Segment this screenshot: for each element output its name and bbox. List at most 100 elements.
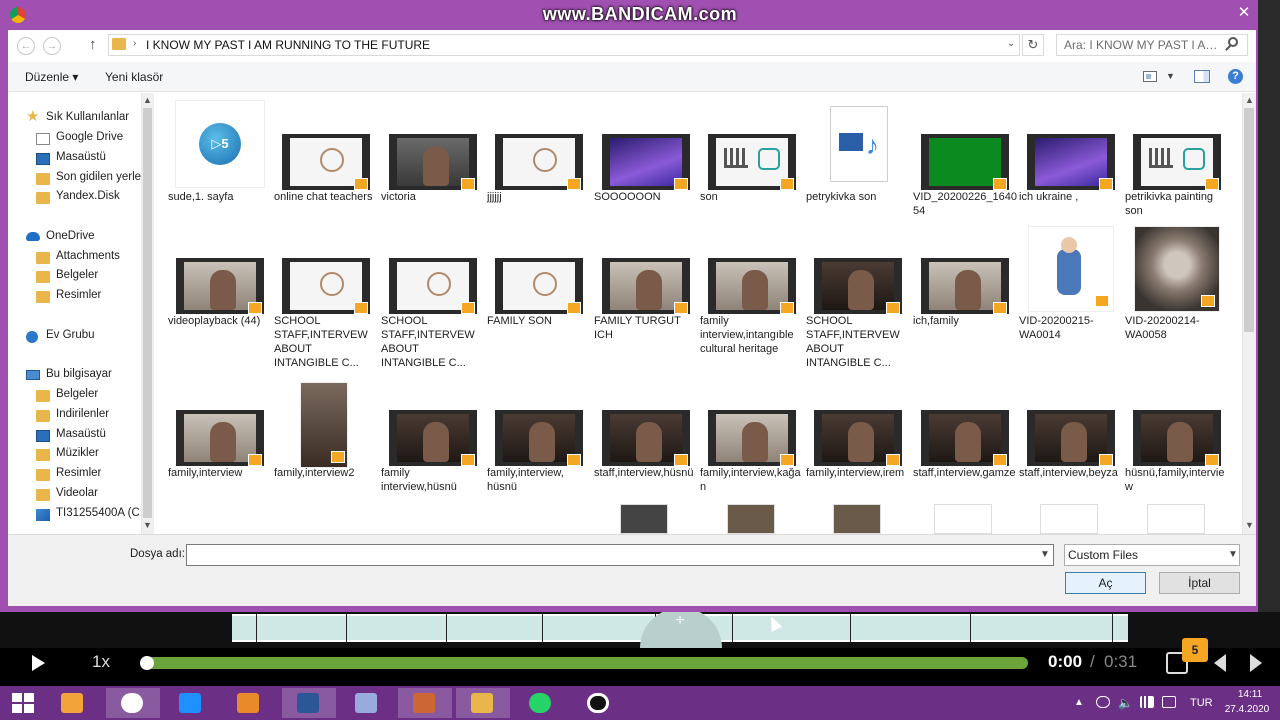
view-options-icon[interactable]: [1143, 71, 1157, 82]
next-button[interactable]: [1250, 654, 1262, 672]
organize-menu[interactable]: Düzenle ▾: [25, 70, 78, 84]
nav-item-label[interactable]: Belgeler: [56, 388, 98, 400]
file-name[interactable]: SOOOOOON: [594, 190, 698, 204]
file-name[interactable]: staff,interview,beyza: [1019, 466, 1123, 480]
file-name[interactable]: staff,interview,hüsnü: [594, 466, 698, 480]
close-button[interactable]: ✕: [1230, 2, 1258, 24]
record-app[interactable]: [572, 688, 626, 718]
nav-item-label[interactable]: OneDrive: [46, 230, 95, 242]
play-button[interactable]: [32, 655, 45, 671]
file-name[interactable]: family,interview,kağan: [700, 466, 804, 494]
file-name[interactable]: ich,family: [913, 314, 1017, 328]
language-indicator[interactable]: TUR: [1190, 697, 1213, 709]
file-name[interactable]: petrikivka painting son: [1125, 190, 1229, 218]
progress-bar[interactable]: [146, 657, 1028, 669]
file-name[interactable]: FAMILY SON: [487, 314, 591, 328]
nav-item-label[interactable]: Videolar: [56, 487, 98, 499]
file-name[interactable]: family,interview2: [274, 466, 378, 480]
address-path[interactable]: I KNOW MY PAST I AM RUNNING TO THE FUTUR…: [146, 38, 430, 52]
file-item-partial[interactable]: [833, 504, 881, 534]
nav-item-label[interactable]: Masaüstü: [56, 151, 106, 163]
scroll-up-icon[interactable]: ▲: [1245, 95, 1254, 105]
chevron-down-icon[interactable]: ▼: [1166, 71, 1175, 81]
nav-item-label[interactable]: Sık Kullanılanlar: [46, 111, 129, 123]
windows-start-icon[interactable]: [12, 693, 34, 713]
chevron-right-icon[interactable]: ›: [133, 38, 136, 49]
file-item-partial[interactable]: [620, 504, 668, 534]
nav-item-label[interactable]: Bu bilgisayar: [46, 368, 112, 380]
file-name[interactable]: VID-20200215-WA0014: [1019, 314, 1123, 342]
back-button[interactable]: ←: [17, 37, 35, 55]
file-scrollbar-thumb[interactable]: [1244, 108, 1254, 332]
nav-item-label[interactable]: TI31255400A (C:): [56, 507, 147, 519]
nav-item-label[interactable]: Belgeler: [56, 269, 98, 281]
chevron-down-icon[interactable]: ▼: [1228, 549, 1238, 560]
bandicam-app[interactable]: [46, 688, 100, 718]
nav-item-label[interactable]: Müzikler: [56, 447, 99, 459]
file-name[interactable]: ich ukraine ,: [1019, 190, 1123, 204]
file-name[interactable]: VID_20200226_164054: [913, 190, 1017, 218]
file-item-partial[interactable]: [727, 504, 775, 534]
filename-input[interactable]: [186, 544, 1054, 566]
file-name[interactable]: sude,1. sayfa: [168, 190, 272, 204]
chevron-down-icon[interactable]: ▼: [1040, 549, 1050, 560]
app-4[interactable]: [222, 688, 276, 718]
file-name[interactable]: videoplayback (44): [168, 314, 272, 328]
nav-item-label[interactable]: Yandex.Disk: [56, 190, 120, 202]
playback-speed[interactable]: 1x: [92, 652, 110, 672]
file-name[interactable]: son: [700, 190, 804, 204]
preview-pane-icon[interactable]: [1194, 70, 1210, 83]
chevron-down-icon[interactable]: ⌄: [1007, 38, 1015, 49]
file-name[interactable]: family,interview, hüsnü: [487, 466, 591, 494]
nav-item-label[interactable]: Masaüstü: [56, 428, 106, 440]
scroll-up-icon[interactable]: ▲: [143, 95, 152, 105]
file-name[interactable]: SCHOOL STAFF,INTERVEW ABOUT INTANGIBLE C…: [806, 314, 910, 370]
file-item-partial[interactable]: [934, 504, 992, 534]
nav-item-label[interactable]: Resimler: [56, 289, 101, 301]
file-name[interactable]: petrykivka son: [806, 190, 910, 204]
explorer-app[interactable]: [456, 688, 510, 718]
file-item-partial[interactable]: [1040, 504, 1098, 534]
scroll-down-icon[interactable]: ▼: [143, 520, 152, 530]
previous-button[interactable]: [1214, 654, 1226, 672]
chrome-app[interactable]: [106, 688, 160, 718]
file-name[interactable]: family,interview: [168, 466, 272, 480]
nav-item-label[interactable]: Resimler: [56, 467, 101, 479]
progress-knob[interactable]: [140, 656, 154, 670]
scroll-down-icon[interactable]: ▼: [1245, 520, 1254, 530]
battery-icon[interactable]: [1162, 696, 1176, 708]
search-icon[interactable]: [1228, 37, 1238, 47]
file-name[interactable]: staff,interview,gamze: [913, 466, 1017, 480]
clock-date[interactable]: 27.4.2020: [1224, 704, 1270, 715]
file-name[interactable]: SCHOOL STAFF,INTERVEW ABOUT INTANGIBLE C…: [274, 314, 378, 370]
whatsapp-app[interactable]: [514, 688, 568, 718]
open-button[interactable]: Aç: [1065, 572, 1146, 594]
nav-item-label[interactable]: Attachments: [56, 250, 120, 262]
up-arrow-icon[interactable]: ↑: [89, 36, 97, 53]
tray-overflow-icon[interactable]: ▲: [1074, 697, 1084, 708]
nav-item-label[interactable]: Son gidilen yerler: [56, 171, 145, 183]
plus-icon[interactable]: +: [670, 612, 690, 630]
new-folder-button[interactable]: Yeni klasör: [105, 70, 163, 84]
paint-app[interactable]: [340, 688, 394, 718]
clock-time[interactable]: 14:11: [1232, 689, 1268, 700]
nav-scrollbar-thumb[interactable]: [143, 108, 152, 518]
file-name[interactable]: online chat teachers: [274, 190, 378, 204]
refresh-button[interactable]: ↻: [1022, 34, 1044, 56]
file-name[interactable]: hüsnü,family,interview: [1125, 466, 1229, 494]
volume-icon[interactable]: 🔈: [1118, 696, 1133, 710]
forward-button[interactable]: →: [43, 37, 61, 55]
file-name[interactable]: SCHOOL STAFF,INTERVEW ABOUT INTANGIBLE C…: [381, 314, 485, 370]
network-icon[interactable]: [1140, 696, 1154, 708]
file-name[interactable]: family,interview,irem: [806, 466, 910, 480]
nav-item-label[interactable]: İndirilenler: [56, 408, 109, 420]
help-icon[interactable]: ?: [1228, 69, 1243, 84]
file-name[interactable]: FAMILY TURGUT ICH: [594, 314, 698, 342]
nav-item-label[interactable]: Ev Grubu: [46, 329, 95, 341]
file-name[interactable]: VID-20200214-WA0058: [1125, 314, 1229, 342]
cancel-button[interactable]: İptal: [1159, 572, 1240, 594]
nav-item-label[interactable]: Google Drive: [56, 131, 123, 143]
file-item-partial[interactable]: [1147, 504, 1205, 534]
file-name[interactable]: victoria: [381, 190, 485, 204]
app-7[interactable]: [398, 688, 452, 718]
